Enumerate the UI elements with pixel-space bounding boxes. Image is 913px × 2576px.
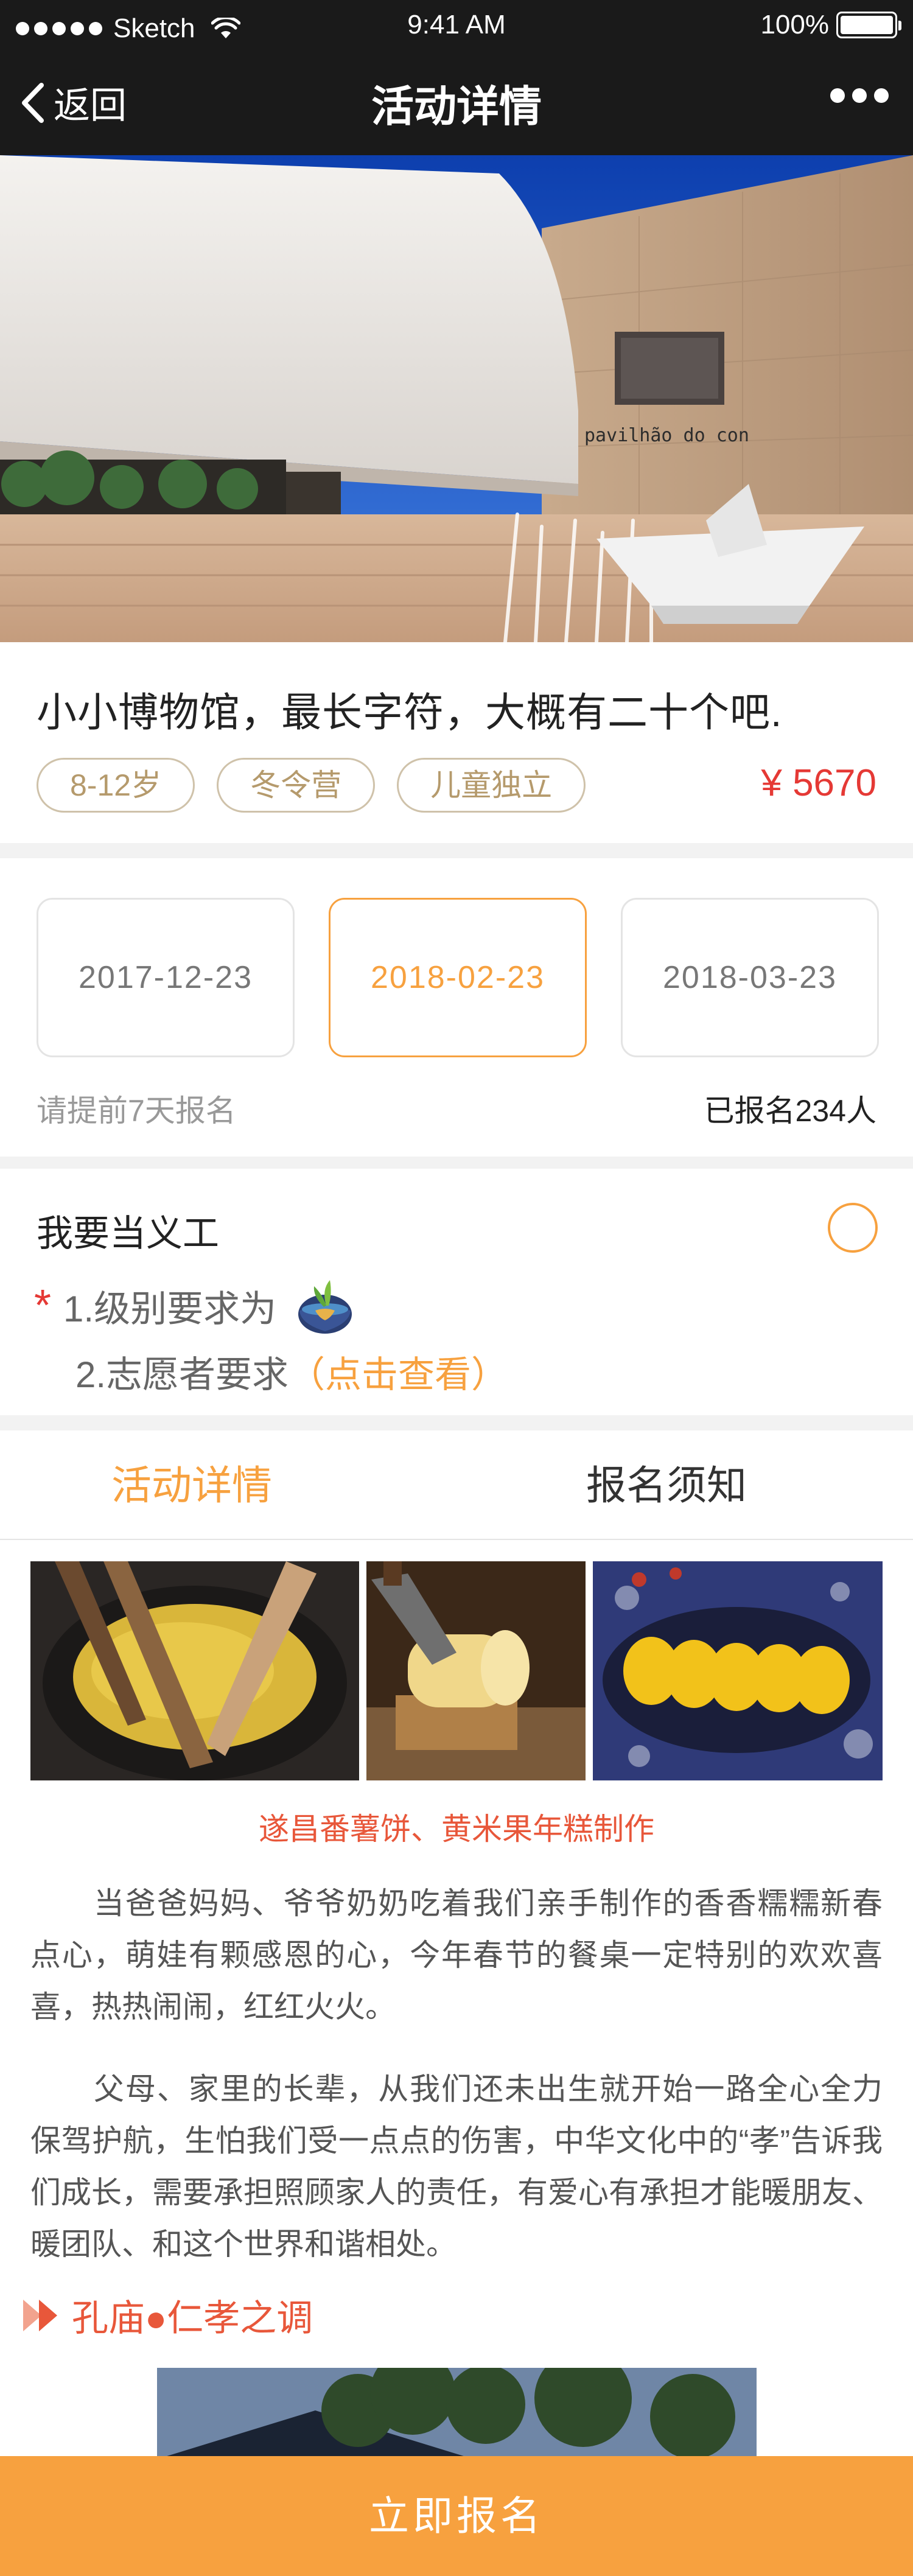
photo-strip xyxy=(30,1561,883,1780)
tab-registration-notes[interactable]: 报名须知 xyxy=(438,1430,895,1540)
independent-tag: 儿童独立 xyxy=(397,758,586,813)
level-badge-icon xyxy=(298,1280,352,1334)
pancake-plate-photo xyxy=(593,1561,883,1780)
date-option-selected[interactable]: 2018-02-23 xyxy=(329,898,587,1057)
status-bar: Sketch 9:41 AM 100% xyxy=(0,0,913,52)
paragraph-2: 父母、家里的长辈，从我们还未出生就开始一路全心全力保驾护航，生怕我们受一点点的伤… xyxy=(30,2072,883,2261)
double-arrow-icon xyxy=(23,2299,57,2331)
camp-type-tag: 冬令营 xyxy=(217,758,376,813)
mortar-photo xyxy=(30,1561,359,1780)
battery-fill xyxy=(841,16,893,34)
requirement-2-text: 2.志愿者要求 xyxy=(75,1354,289,1395)
food-photos xyxy=(30,1561,883,1780)
tab-activity-details[interactable]: 活动详情 xyxy=(0,1430,420,1540)
section-heading: 孔庙●仁孝之调 xyxy=(23,2289,313,2342)
nav-bar: 返回 活动详情 xyxy=(0,58,913,143)
volunteer-requirement-detail: 2.志愿者要求（点击查看） xyxy=(75,1345,508,1398)
activity-title: 小小博物馆，最长字符，大概有二十个吧. xyxy=(37,690,783,735)
requirement-1-text: 1.级别要求为 xyxy=(63,1288,277,1329)
more-dot-icon xyxy=(874,88,889,103)
tag-list: 8-12岁 冬令营 儿童独立 xyxy=(37,758,586,813)
view-requirements-link[interactable]: （点击查看） xyxy=(289,1354,508,1395)
signed-up-count: 已报名234人 xyxy=(704,1094,876,1128)
required-asterisk-icon: * xyxy=(34,1281,52,1330)
more-button[interactable] xyxy=(830,88,889,103)
page-title: 活动详情 xyxy=(371,83,542,130)
more-dot-icon xyxy=(830,88,845,103)
volunteer-requirement-level: * 1.级别要求为 xyxy=(34,1275,355,1336)
volunteer-title: 我要当义工 xyxy=(37,1213,219,1254)
volunteer-radio[interactable] xyxy=(828,1203,878,1253)
date-option[interactable]: 2018-03-23 xyxy=(621,898,879,1057)
top-bar: Sketch 9:41 AM 100% 返回 活动详情 xyxy=(0,0,913,155)
price: ¥ 5670 xyxy=(761,762,876,804)
section-title: 孔庙●仁孝之调 xyxy=(72,2298,313,2339)
registration-tip: 请提前7天报名 xyxy=(37,1094,236,1128)
rice-cake-photo xyxy=(366,1561,586,1780)
building-lettering: pavilhão do con xyxy=(584,425,749,446)
battery-icon xyxy=(836,12,901,38)
date-option[interactable]: 2017-12-23 xyxy=(37,898,295,1057)
register-now-button[interactable]: 立即报名 xyxy=(0,2456,913,2576)
battery-indicator: 100% xyxy=(760,10,901,40)
detail-content-card: 活动详情 报名须知 遂昌番薯饼、黄米果年糕制作 当爸爸妈妈、爷爷奶奶吃着我们亲手… xyxy=(0,1430,913,2576)
photo-caption: 遂昌番薯饼、黄米果年糕制作 xyxy=(259,1812,654,1846)
date-options: 2017-12-23 2018-02-23 2018-03-23 xyxy=(37,898,879,1057)
date-selection-card: 2017-12-23 2018-02-23 2018-03-23 请提前7天报名… xyxy=(0,858,913,1157)
more-dot-icon xyxy=(852,88,867,103)
museum-photo: pavilhão do con xyxy=(0,155,913,642)
age-tag: 8-12岁 xyxy=(37,758,195,813)
activity-info-card: 小小博物馆，最长字符，大概有二十个吧. 8-12岁 冬令营 儿童独立 ¥ 567… xyxy=(0,642,913,843)
hero-image: pavilhão do con xyxy=(0,155,913,642)
paragraph-1: 当爸爸妈妈、爷爷奶奶吃着我们亲手制作的香香糯糯新春点心，萌娃有颗感恩的心，今年春… xyxy=(30,1886,883,2024)
battery-percent: 100% xyxy=(760,10,829,40)
tab-bar: 活动详情 报名须知 xyxy=(0,1430,913,1540)
volunteer-card: 我要当义工 * 1.级别要求为 2.志愿者要求（点击查看） xyxy=(0,1169,913,1415)
